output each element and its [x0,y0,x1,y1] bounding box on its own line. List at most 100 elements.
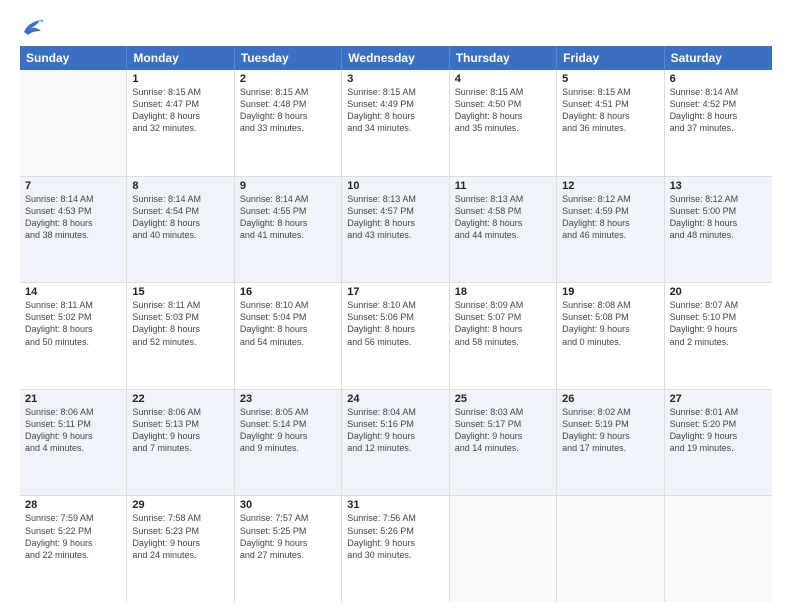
day-number: 28 [25,499,121,511]
header-day-friday: Friday [557,46,664,70]
cell-line: Sunset: 5:08 PM [562,311,658,323]
cell-line: Daylight: 8 hours [347,110,443,122]
day-number: 5 [562,73,658,85]
cell-line: and 32 minutes. [132,122,228,134]
cell-line: Daylight: 8 hours [347,323,443,335]
day-number: 9 [240,180,336,192]
cell-line: Daylight: 9 hours [562,323,658,335]
cell-line: Sunrise: 8:14 AM [240,193,336,205]
cell-line: Daylight: 9 hours [240,430,336,442]
cell-line: and 14 minutes. [455,442,551,454]
calendar-cell [450,496,557,602]
cell-line: Sunset: 5:20 PM [670,418,767,430]
cell-line: and 9 minutes. [240,442,336,454]
day-number: 29 [132,499,228,511]
cell-line: and 35 minutes. [455,122,551,134]
cell-line: and 48 minutes. [670,229,767,241]
day-number: 8 [132,180,228,192]
cell-line: Sunset: 4:55 PM [240,205,336,217]
calendar-cell: 31Sunrise: 7:56 AMSunset: 5:26 PMDayligh… [342,496,449,602]
cell-line: Sunrise: 8:02 AM [562,406,658,418]
cell-line: Sunrise: 7:57 AM [240,512,336,524]
day-number: 15 [132,286,228,298]
cell-line: Daylight: 8 hours [562,110,658,122]
calendar-cell: 14Sunrise: 8:11 AMSunset: 5:02 PMDayligh… [20,283,127,389]
cell-line: and 27 minutes. [240,549,336,561]
cell-line: Daylight: 9 hours [25,537,121,549]
logo-bird-icon [22,18,44,36]
day-number: 25 [455,393,551,405]
calendar-cell: 6Sunrise: 8:14 AMSunset: 4:52 PMDaylight… [665,70,772,176]
day-number: 31 [347,499,443,511]
cell-line: Sunrise: 8:03 AM [455,406,551,418]
header-day-monday: Monday [127,46,234,70]
cell-line: Sunrise: 8:15 AM [347,86,443,98]
calendar-cell: 26Sunrise: 8:02 AMSunset: 5:19 PMDayligh… [557,390,664,496]
calendar-row-1: 7Sunrise: 8:14 AMSunset: 4:53 PMDaylight… [20,177,772,284]
day-number: 13 [670,180,767,192]
day-number: 7 [25,180,121,192]
cell-line: and 2 minutes. [670,336,767,348]
day-number: 3 [347,73,443,85]
header-day-saturday: Saturday [665,46,772,70]
calendar-cell: 27Sunrise: 8:01 AMSunset: 5:20 PMDayligh… [665,390,772,496]
calendar-cell: 19Sunrise: 8:08 AMSunset: 5:08 PMDayligh… [557,283,664,389]
cell-line: and 52 minutes. [132,336,228,348]
cell-line: Daylight: 8 hours [25,217,121,229]
cell-line: Daylight: 8 hours [25,323,121,335]
cell-line: Sunrise: 8:08 AM [562,299,658,311]
cell-line: Sunset: 5:13 PM [132,418,228,430]
cell-line: and 33 minutes. [240,122,336,134]
cell-line: Sunrise: 8:11 AM [132,299,228,311]
day-number: 2 [240,73,336,85]
cell-line: Daylight: 8 hours [455,110,551,122]
calendar-cell: 11Sunrise: 8:13 AMSunset: 4:58 PMDayligh… [450,177,557,283]
cell-line: Daylight: 9 hours [132,537,228,549]
cell-line: Sunrise: 8:15 AM [132,86,228,98]
cell-line: and 34 minutes. [347,122,443,134]
cell-line: Daylight: 8 hours [240,323,336,335]
day-number: 6 [670,73,767,85]
cell-line: Sunrise: 8:05 AM [240,406,336,418]
day-number: 18 [455,286,551,298]
calendar-cell [665,496,772,602]
calendar-cell: 23Sunrise: 8:05 AMSunset: 5:14 PMDayligh… [235,390,342,496]
cell-line: and 50 minutes. [25,336,121,348]
calendar-cell: 25Sunrise: 8:03 AMSunset: 5:17 PMDayligh… [450,390,557,496]
cell-line: Sunset: 5:11 PM [25,418,121,430]
cell-line: Sunset: 4:48 PM [240,98,336,110]
calendar-cell: 7Sunrise: 8:14 AMSunset: 4:53 PMDaylight… [20,177,127,283]
calendar-cell: 20Sunrise: 8:07 AMSunset: 5:10 PMDayligh… [665,283,772,389]
cell-line: Sunrise: 8:09 AM [455,299,551,311]
cell-line: Daylight: 8 hours [240,110,336,122]
day-number: 20 [670,286,767,298]
cell-line: Sunset: 5:14 PM [240,418,336,430]
cell-line: Daylight: 9 hours [670,430,767,442]
cell-line: and 4 minutes. [25,442,121,454]
cell-line: Sunset: 5:10 PM [670,311,767,323]
cell-line: Sunset: 4:49 PM [347,98,443,110]
calendar-cell: 21Sunrise: 8:06 AMSunset: 5:11 PMDayligh… [20,390,127,496]
cell-line: Daylight: 9 hours [670,323,767,335]
day-number: 19 [562,286,658,298]
day-number: 11 [455,180,551,192]
cell-line: Daylight: 8 hours [132,217,228,229]
calendar-cell: 28Sunrise: 7:59 AMSunset: 5:22 PMDayligh… [20,496,127,602]
day-number: 23 [240,393,336,405]
cell-line: Sunset: 4:53 PM [25,205,121,217]
day-number: 10 [347,180,443,192]
calendar-body: 1Sunrise: 8:15 AMSunset: 4:47 PMDaylight… [20,70,772,602]
calendar: SundayMondayTuesdayWednesdayThursdayFrid… [20,46,772,602]
cell-line: and 54 minutes. [240,336,336,348]
cell-line: and 22 minutes. [25,549,121,561]
calendar-cell: 4Sunrise: 8:15 AMSunset: 4:50 PMDaylight… [450,70,557,176]
cell-line: Daylight: 8 hours [347,217,443,229]
day-number: 4 [455,73,551,85]
cell-line: Daylight: 9 hours [132,430,228,442]
cell-line: and 30 minutes. [347,549,443,561]
cell-line: Sunset: 5:17 PM [455,418,551,430]
day-number: 21 [25,393,121,405]
calendar-cell: 1Sunrise: 8:15 AMSunset: 4:47 PMDaylight… [127,70,234,176]
cell-line: Daylight: 9 hours [240,537,336,549]
day-number: 16 [240,286,336,298]
